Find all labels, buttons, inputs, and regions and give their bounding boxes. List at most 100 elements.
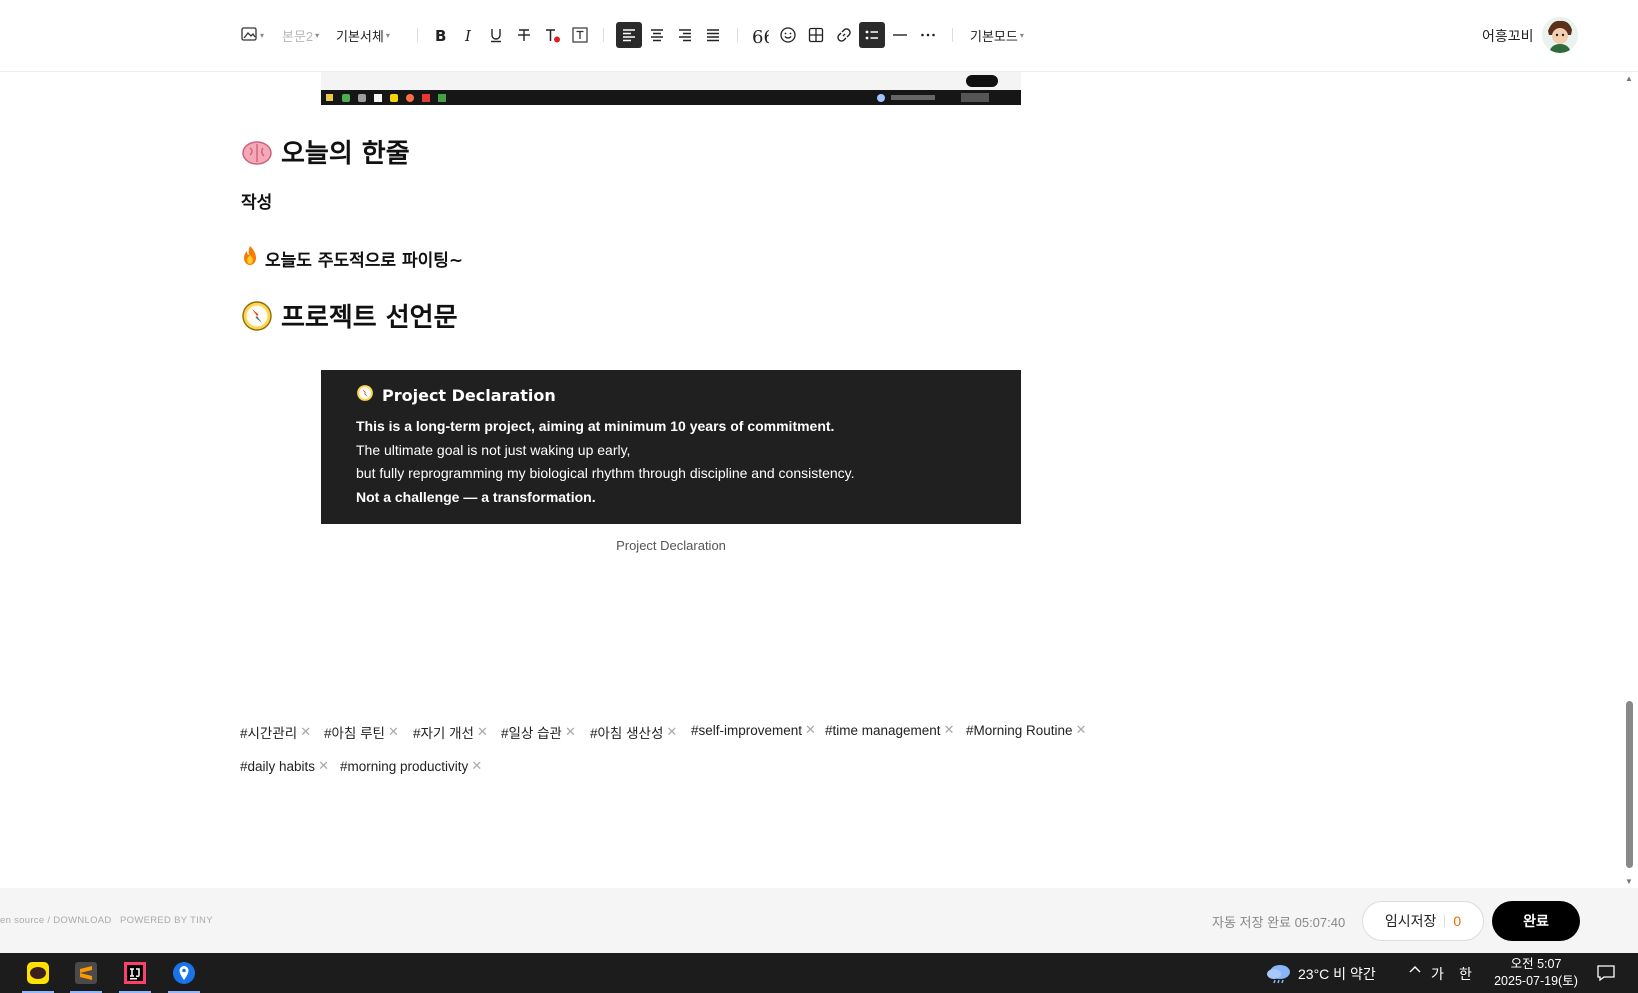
link-icon (837, 28, 851, 42)
close-icon[interactable]: ✕ (388, 724, 399, 740)
heading-today-line-text: 오늘의 한줄 (281, 139, 410, 169)
quote-button[interactable]: 66 (747, 22, 773, 48)
chevron-up-icon[interactable] (1408, 963, 1422, 980)
avatar-image (1542, 17, 1578, 53)
weather-cloud-icon[interactable] (1266, 962, 1292, 989)
strikethrough-icon (518, 29, 530, 41)
heading-today-line[interactable]: 오늘의 한줄 (241, 133, 410, 170)
editor-mode-select[interactable]: 기본모드 ▾ (970, 22, 1024, 48)
font-family-select[interactable]: 기본서체 ▾ (336, 22, 390, 48)
done-button[interactable]: 완료 (1492, 901, 1580, 941)
chevron-down-icon: ▾ (385, 30, 390, 40)
user-name[interactable]: 어흥꼬비 (1482, 26, 1534, 46)
fire-icon (241, 245, 259, 272)
scroll-up-arrow-icon[interactable]: ▲ (1625, 74, 1633, 83)
taskbar-app-kakaotalk[interactable] (18, 953, 58, 993)
font-family-value: 기본서체 (336, 28, 384, 44)
tag-item[interactable]: #일상 습관 ✕ (501, 722, 576, 742)
embedded-screenshot-image[interactable] (321, 72, 1021, 105)
more-options-button[interactable] (915, 22, 941, 48)
insert-image-dropdown[interactable]: ▾ (240, 22, 264, 48)
align-center-button[interactable] (644, 22, 670, 48)
underline-button[interactable] (483, 22, 509, 48)
ime-language-indicator[interactable]: 가 (1431, 964, 1444, 984)
vertical-scrollbar[interactable]: ▲ ▼ (1620, 72, 1638, 888)
screenshot-toolbar-strip (321, 72, 1021, 90)
bullet-list-icon (865, 30, 878, 40)
image-caption[interactable]: Project Declaration (321, 538, 1021, 553)
weather-text[interactable]: 23°C 비 약간 (1298, 964, 1376, 984)
horizontal-rule-button[interactable] (887, 22, 913, 48)
table-icon (808, 27, 824, 43)
close-icon[interactable]: ✕ (805, 722, 816, 738)
emoticon-button[interactable] (775, 22, 801, 48)
close-icon[interactable]: ✕ (471, 758, 482, 774)
text-background-button[interactable] (567, 22, 593, 48)
editor-footer: en source / DOWNLOAD POWERED BY TINY 자동 … (0, 888, 1638, 953)
text-color-button[interactable] (539, 22, 565, 48)
tag-item[interactable]: #시간관리 ✕ (240, 722, 311, 742)
map-pin-icon (173, 962, 195, 984)
compass-icon (241, 300, 273, 332)
taskbar-app-maps[interactable] (164, 953, 204, 993)
align-right-button[interactable] (672, 22, 698, 48)
close-icon[interactable]: ✕ (477, 724, 488, 740)
close-icon[interactable]: ✕ (318, 758, 329, 774)
tag-item[interactable]: #morning productivity ✕ (340, 758, 482, 774)
svg-text:B: B (435, 27, 446, 44)
avatar[interactable] (1542, 17, 1578, 53)
declaration-line-1: This is a long-term project, aiming at m… (356, 418, 835, 434)
tag-item[interactable]: #Morning Routine ✕ (966, 722, 1086, 738)
declaration-title-text: Project Declaration (382, 385, 556, 405)
tag-label: #Morning Routine (966, 722, 1073, 738)
declaration-image[interactable]: Project Declaration This is a long-term … (321, 370, 1021, 524)
align-justify-button[interactable] (700, 22, 726, 48)
bullet-list-button[interactable] (859, 22, 885, 48)
close-icon[interactable]: ✕ (565, 724, 576, 740)
paragraph-style-select[interactable]: 본문2 ▾ (282, 22, 319, 48)
kakaotalk-icon (27, 962, 49, 984)
tag-item[interactable]: #자기 개선 ✕ (413, 722, 488, 742)
temp-save-label: 임시저장 (1384, 913, 1437, 929)
subheading-write[interactable]: 작성 (241, 188, 272, 213)
close-icon[interactable]: ✕ (944, 722, 955, 738)
tag-item[interactable]: #아침 생산성 ✕ (590, 722, 677, 742)
powered-by-tiny-link[interactable]: POWERED BY TINY (120, 915, 213, 926)
italic-button[interactable]: I (455, 22, 481, 48)
bold-icon: B (435, 27, 446, 44)
heading-project-declaration[interactable]: 프로젝트 선언문 (241, 297, 458, 334)
screenshot-taskbar-strip (321, 90, 1021, 105)
bold-button[interactable]: B (427, 22, 453, 48)
close-icon[interactable]: ✕ (1076, 722, 1087, 738)
declaration-line-4: Not a challenge — a transformation. (356, 488, 596, 505)
align-left-button[interactable] (616, 22, 642, 48)
tag-item[interactable]: #아침 루틴 ✕ (324, 722, 399, 742)
open-source-link[interactable]: en source / DOWNLOAD (0, 915, 112, 926)
text-box-icon (572, 27, 588, 43)
tag-label: #아침 생산성 (590, 726, 664, 741)
strikethrough-button[interactable] (511, 22, 537, 48)
heading-project-declaration-text: 프로젝트 선언문 (281, 303, 458, 333)
tag-item[interactable]: #self-improvement ✕ (691, 722, 816, 738)
taskbar-app-intellij[interactable] (115, 953, 155, 993)
scroll-down-arrow-icon[interactable]: ▼ (1625, 877, 1633, 886)
link-button[interactable] (831, 22, 857, 48)
motivation-line[interactable]: 오늘도 주도적으로 파이팅~ (241, 245, 463, 272)
scrollbar-thumb[interactable] (1626, 701, 1633, 868)
svg-text:66: 66 (752, 27, 769, 44)
ime-mode-indicator[interactable]: 한 (1459, 964, 1472, 984)
editor-mode-value: 기본모드 (970, 28, 1018, 44)
notification-center-icon[interactable] (1596, 963, 1616, 988)
close-icon[interactable]: ✕ (300, 724, 311, 740)
taskbar-app-sublime[interactable] (66, 953, 106, 993)
close-icon[interactable]: ✕ (666, 724, 677, 740)
tag-item[interactable]: #daily habits ✕ (240, 758, 329, 774)
tag-item[interactable]: #time management ✕ (825, 722, 954, 738)
editor-content-area[interactable]: 오늘의 한줄 작성 오늘도 주도적으로 파이팅~ 프로젝트 선언문 Projec… (0, 72, 1620, 888)
temp-save-button[interactable]: 임시저장 0 (1362, 901, 1484, 941)
chevron-down-icon: ▾ (315, 30, 320, 40)
clock-date: 2025-07-19(토) (1494, 974, 1578, 988)
quote-icon: 66 (752, 27, 769, 44)
table-button[interactable] (803, 22, 829, 48)
taskbar-clock[interactable]: 오전 5:07 2025-07-19(토) (1486, 956, 1586, 990)
